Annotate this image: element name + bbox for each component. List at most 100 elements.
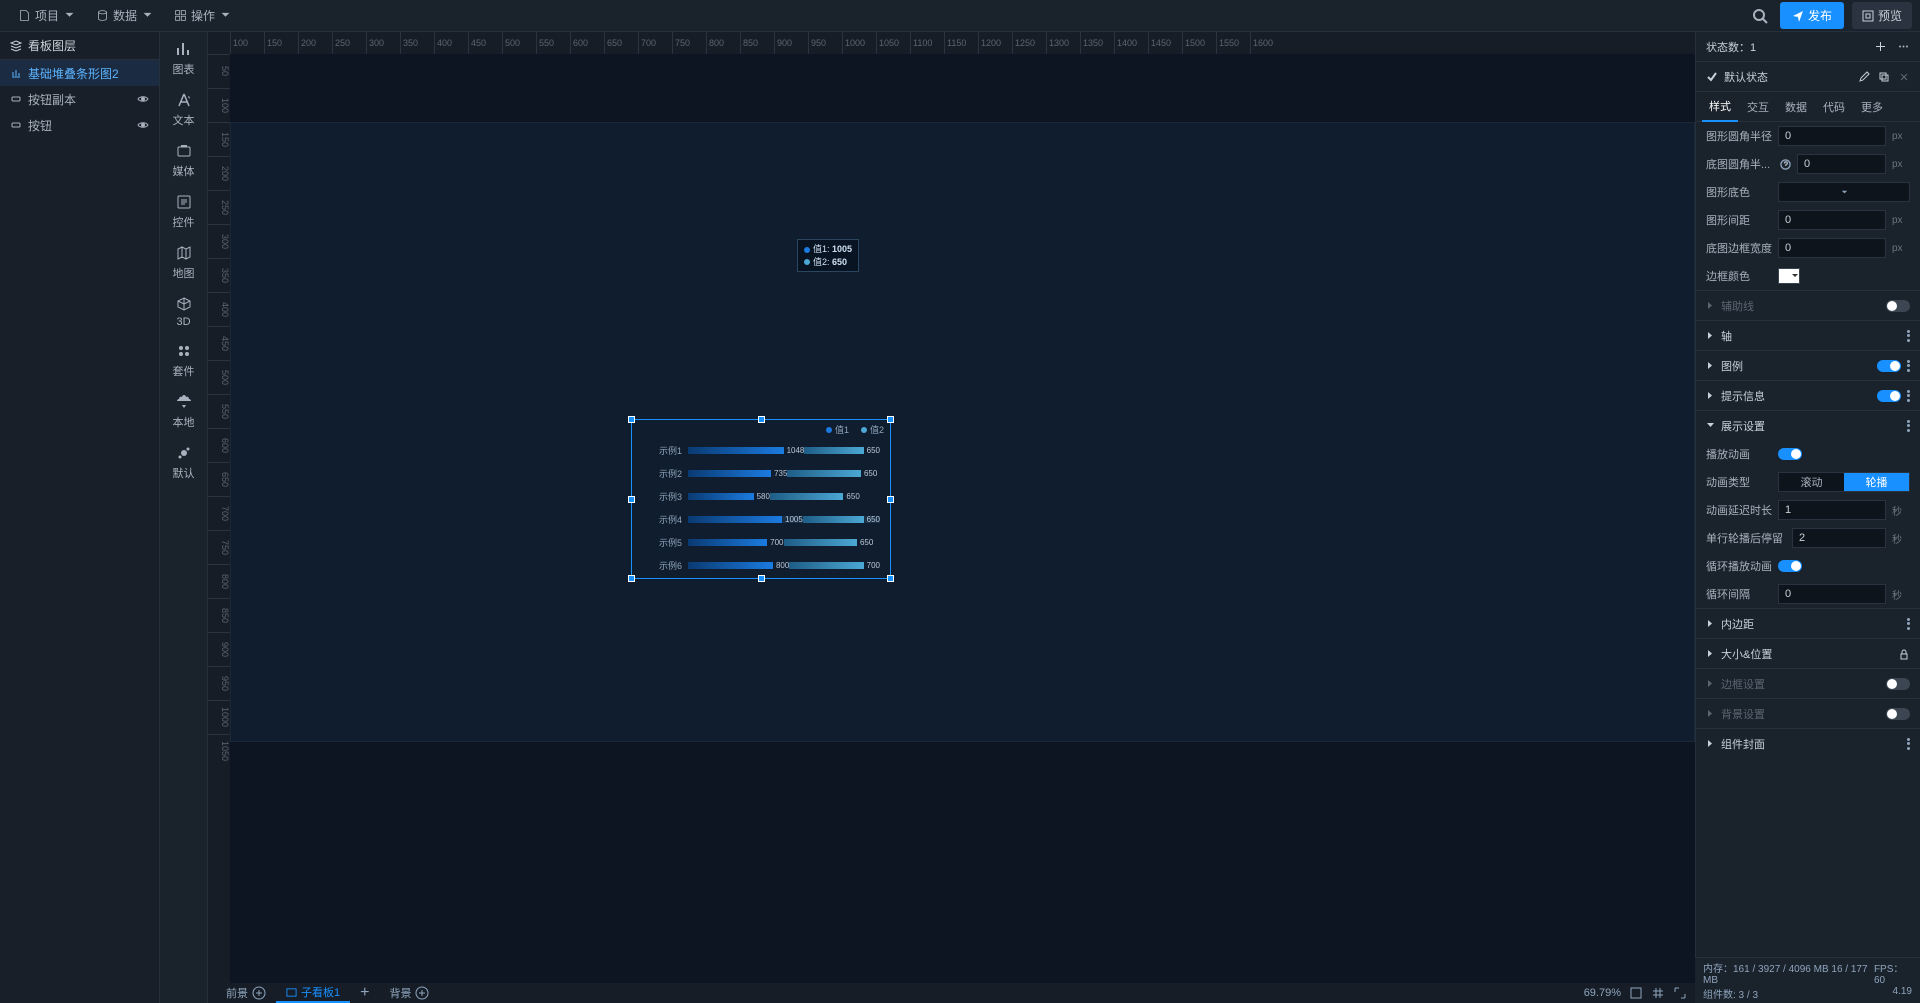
border-color-swatch[interactable] [1778, 268, 1800, 284]
tool-local[interactable]: 本地 [173, 393, 195, 430]
menu-operation[interactable]: 操作 [164, 7, 242, 24]
menu-data[interactable]: 数据 [86, 7, 164, 24]
tooltip-toggle[interactable] [1877, 390, 1901, 402]
resize-handle[interactable] [628, 575, 635, 582]
section-wrap[interactable]: 组件封面 [1721, 736, 1765, 752]
loop-anim-toggle[interactable] [1778, 560, 1802, 572]
visibility-icon[interactable] [137, 93, 149, 105]
bar-row: 示例41005650 [650, 513, 880, 526]
section-guide[interactable]: 辅助线 [1721, 298, 1754, 314]
prop-label: 底图边框宽度 [1706, 240, 1772, 256]
edit-icon[interactable] [1858, 71, 1870, 83]
legend-toggle[interactable] [1877, 360, 1901, 372]
row-stay-input[interactable] [1792, 528, 1886, 548]
publish-button[interactable]: 发布 [1780, 2, 1844, 29]
bgcolor-dropdown[interactable] [1778, 182, 1910, 202]
prop-label: 图形间距 [1706, 212, 1772, 228]
tool-map[interactable]: 地图 [173, 244, 195, 281]
prop-label: 循环播放动画 [1706, 558, 1772, 574]
section-padding[interactable]: 内边距 [1721, 616, 1754, 632]
search-icon[interactable] [1752, 8, 1768, 24]
section-sizepos[interactable]: 大小&位置 [1721, 646, 1772, 662]
resize-handle[interactable] [758, 575, 765, 582]
dashboard-surface[interactable]: 值1 值2 示例11048650示例2735650示例3580650示例4100… [230, 122, 1695, 742]
layer-item[interactable]: 按钮 [0, 112, 159, 138]
grid-icon[interactable] [1651, 986, 1665, 1000]
tool-3d[interactable]: 3D [175, 295, 193, 328]
gap-input[interactable] [1778, 210, 1886, 230]
chart-tooltip: 值1: 1005 值2: 650 [797, 239, 859, 272]
plus-icon[interactable] [415, 986, 429, 1000]
bg-toggle[interactable] [1886, 708, 1910, 720]
preview-button[interactable]: 预览 [1852, 2, 1912, 29]
bar-row: 示例3580650 [650, 490, 880, 503]
section-bg[interactable]: 背景设置 [1721, 706, 1765, 722]
bar-row: 示例5700650 [650, 536, 880, 549]
ruler-horizontal: 1001502002503003504004505005506006507007… [230, 32, 1695, 54]
section-border[interactable]: 边框设置 [1721, 676, 1765, 692]
prop-label: 图形底色 [1706, 184, 1772, 200]
right-tab[interactable]: 代码 [1816, 93, 1852, 121]
tool-suite[interactable]: 套件 [173, 342, 195, 379]
tab-child-dashboard[interactable]: 子看板1 [276, 983, 350, 1003]
right-tab[interactable]: 更多 [1854, 93, 1890, 121]
selected-chart-widget[interactable]: 值1 值2 示例11048650示例2735650示例3580650示例4100… [631, 419, 891, 579]
ruler-corner [208, 32, 230, 54]
section-axis[interactable]: 轴 [1721, 328, 1732, 344]
section-tooltip[interactable]: 提示信息 [1721, 388, 1765, 404]
menu-project[interactable]: 项目 [8, 7, 86, 24]
tab-foreground[interactable]: 前景 [216, 983, 276, 1003]
default-state-label: 默认状态 [1724, 69, 1768, 85]
resize-handle[interactable] [758, 416, 765, 423]
right-tab[interactable]: 数据 [1778, 93, 1814, 121]
anim-delay-input[interactable] [1778, 500, 1886, 520]
animtype-rotate[interactable]: 轮播 [1844, 473, 1909, 491]
right-tab[interactable]: 样式 [1702, 92, 1738, 122]
help-icon[interactable] [1780, 159, 1791, 170]
border-toggle[interactable] [1886, 678, 1910, 690]
visibility-icon[interactable] [137, 119, 149, 131]
resize-handle[interactable] [628, 416, 635, 423]
more-icon[interactable] [1897, 40, 1910, 53]
prop-label: 底图圆角半... [1706, 156, 1772, 172]
prop-label: 动画类型 [1706, 474, 1772, 490]
tool-default[interactable]: 默认 [173, 444, 195, 481]
prop-label: 单行轮播后停留 [1706, 530, 1786, 546]
resize-handle[interactable] [887, 416, 894, 423]
layer-item[interactable]: 基础堆叠条形图2 [0, 60, 159, 86]
corner-radius-input[interactable] [1778, 126, 1886, 146]
guide-toggle[interactable] [1886, 300, 1910, 312]
add-state-icon[interactable] [1874, 40, 1887, 53]
copy-icon[interactable] [1878, 71, 1890, 83]
section-display[interactable]: 展示设置 [1721, 418, 1765, 434]
section-legend[interactable]: 图例 [1721, 358, 1743, 374]
animtype-scroll[interactable]: 滚动 [1779, 473, 1844, 491]
right-tab[interactable]: 交互 [1740, 93, 1776, 121]
tool-chart[interactable]: 图表 [173, 40, 195, 77]
resize-handle[interactable] [628, 496, 635, 503]
prop-label: 图形圆角半径 [1706, 128, 1772, 144]
prop-label: 边框颜色 [1706, 268, 1772, 284]
expand-icon[interactable] [1673, 986, 1687, 1000]
close-icon[interactable] [1898, 71, 1910, 83]
plus-icon[interactable] [252, 986, 266, 1000]
ruler-vertical: 5010015020025030035040045050055060065070… [208, 54, 230, 1003]
fit-icon[interactable] [1629, 986, 1643, 1000]
lock-icon[interactable] [1898, 648, 1910, 660]
tool-text[interactable]: 文本 [173, 91, 195, 128]
chart-legend: 值1 值2 [826, 423, 884, 436]
resize-handle[interactable] [887, 496, 894, 503]
layer-item[interactable]: 按钮副本 [0, 86, 159, 112]
layers-header: 看板图层 [0, 32, 159, 60]
tool-control[interactable]: 控件 [173, 193, 195, 230]
bar-row: 示例11048650 [650, 444, 880, 457]
play-anim-toggle[interactable] [1778, 448, 1802, 460]
bg-border-width-input[interactable] [1778, 238, 1886, 258]
canvas-stage[interactable]: 值1 值2 示例11048650示例2735650示例3580650示例4100… [230, 54, 1695, 983]
bg-corner-radius-input[interactable] [1797, 154, 1886, 174]
tab-add[interactable]: + [350, 983, 379, 1003]
resize-handle[interactable] [887, 575, 894, 582]
tool-media[interactable]: 媒体 [173, 142, 195, 179]
loop-gap-input[interactable] [1778, 584, 1886, 604]
tab-background[interactable]: 背景 [379, 983, 439, 1003]
